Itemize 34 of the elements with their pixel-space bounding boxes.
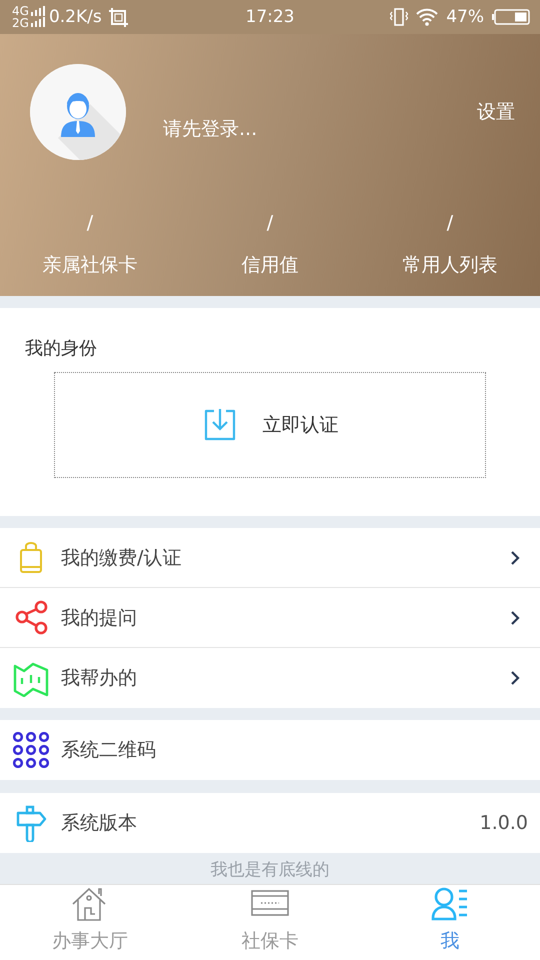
person-icon xyxy=(431,886,469,922)
verify-button[interactable]: 立即认证 xyxy=(54,372,486,478)
clock: 17:23 xyxy=(246,7,294,27)
chevron-icon xyxy=(510,670,520,686)
stat-link[interactable]: 信用值 xyxy=(242,252,298,278)
battery-level: 47% xyxy=(446,7,484,27)
stat-link[interactable]: 亲属社保卡 xyxy=(42,252,138,278)
share-icon xyxy=(14,600,48,635)
stat-value: / xyxy=(446,212,454,234)
dot-grid-icon xyxy=(13,732,49,768)
vibrate-icon xyxy=(390,8,408,26)
tab[interactable]: 办事大厅 xyxy=(0,885,180,960)
network-speed: 0.2K/s xyxy=(48,7,102,27)
tab[interactable]: 社保卡 xyxy=(180,885,360,960)
settings-link[interactable]: 设置 xyxy=(477,99,515,125)
section-title: 我的身份 xyxy=(25,337,97,360)
chevron-icon xyxy=(510,610,520,626)
stat-value: / xyxy=(266,212,274,234)
signal-icon xyxy=(30,6,45,28)
network-label: 4G xyxy=(12,5,29,17)
bag-icon xyxy=(19,542,43,574)
avatar-icon xyxy=(30,64,126,160)
end-of-list-note: 我也是有底线的 xyxy=(210,859,330,881)
chevron-icon xyxy=(510,550,520,566)
login-prompt[interactable]: 请先登录... xyxy=(163,116,258,142)
screenshot-icon xyxy=(108,6,129,28)
stat-value: / xyxy=(86,212,94,234)
signpost-icon xyxy=(15,804,47,842)
version-number: 1.0.0 xyxy=(480,812,528,834)
stat-link[interactable]: 常用人列表 xyxy=(402,252,498,278)
wifi-icon xyxy=(416,8,438,26)
battery-icon xyxy=(492,9,530,25)
tab[interactable]: 我 xyxy=(360,885,540,960)
network-label: 2G xyxy=(12,17,29,29)
